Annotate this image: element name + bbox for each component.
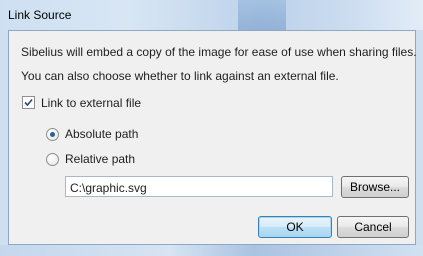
check-icon — [24, 98, 33, 107]
browse-button[interactable]: Browse... — [341, 176, 409, 198]
dialog-body: Sibelius will embed a copy of the image … — [8, 30, 417, 245]
description-line-2: You can also choose whether to link agai… — [21, 69, 339, 83]
absolute-path-radio[interactable] — [46, 128, 59, 141]
link-external-checkbox[interactable] — [22, 96, 35, 109]
description-line-1: Sibelius will embed a copy of the image … — [21, 45, 417, 59]
window-title: Link Source — [8, 8, 72, 22]
window-frame-bottom — [0, 245, 423, 256]
radio-dot-icon — [50, 132, 55, 137]
cancel-button[interactable]: Cancel — [337, 216, 409, 238]
relative-path-label[interactable]: Relative path — [65, 152, 135, 166]
title-bar-highlight — [238, 0, 286, 30]
title-bar[interactable]: Link Source — [0, 0, 423, 30]
path-input[interactable] — [65, 176, 333, 197]
link-external-label[interactable]: Link to external file — [41, 96, 141, 110]
relative-path-radio[interactable] — [46, 153, 59, 166]
absolute-path-label[interactable]: Absolute path — [65, 127, 138, 141]
ok-button[interactable]: OK — [258, 216, 332, 238]
